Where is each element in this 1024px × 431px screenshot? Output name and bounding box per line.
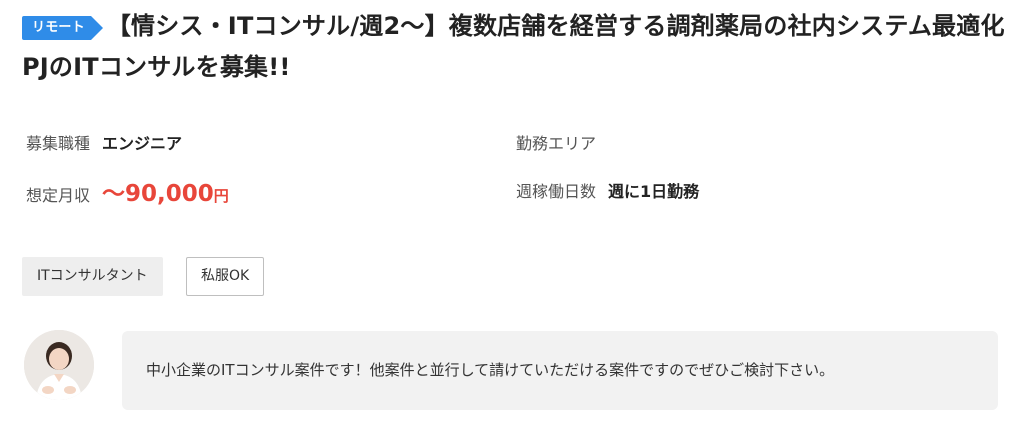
workdays-value: 週に1日勤務 bbox=[608, 182, 700, 201]
position-label: 募集職種 bbox=[26, 134, 91, 153]
remote-badge: リモート bbox=[22, 16, 103, 40]
position-row: 募集職種 エンジニア bbox=[26, 130, 182, 154]
area-label: 勤務エリア bbox=[516, 134, 597, 153]
salary-amount: 〜90,000 bbox=[102, 181, 214, 207]
recruiter-comment: 中小企業のITコンサル案件です！他案件と並行して請けていただける案件ですのでぜひ… bbox=[122, 331, 998, 410]
position-value: エンジニア bbox=[102, 134, 183, 153]
salary-unit: 円 bbox=[213, 187, 229, 205]
job-header: リモート 【情シス・ITコンサル/週2〜】複数店舗を経営する調剤薬局の社内システム… bbox=[22, 6, 1012, 88]
tag-casual-dress[interactable]: 私服OK bbox=[186, 257, 265, 296]
area-row: 勤務エリア bbox=[516, 130, 608, 154]
workdays-row: 週稼働日数 週に1日勤務 bbox=[516, 178, 699, 202]
recruiter-comment-text: 中小企業のITコンサル案件です！他案件と並行して請けていただける案件ですのでぜひ… bbox=[146, 361, 835, 379]
salary-row: 想定月収 〜90,000円 bbox=[26, 174, 229, 208]
salary-label: 想定月収 bbox=[26, 186, 91, 205]
tag-it-consultant[interactable]: ITコンサルタント bbox=[22, 257, 163, 296]
workdays-label: 週稼働日数 bbox=[516, 182, 597, 201]
person-avatar-icon bbox=[24, 330, 94, 400]
job-title-block[interactable]: リモート 【情シス・ITコンサル/週2〜】複数店舗を経営する調剤薬局の社内システム… bbox=[22, 6, 1012, 88]
job-title[interactable]: 【情シス・ITコンサル/週2〜】複数店舗を経営する調剤薬局の社内システム最適化P… bbox=[22, 12, 1005, 81]
avatar-illustration bbox=[24, 330, 94, 400]
